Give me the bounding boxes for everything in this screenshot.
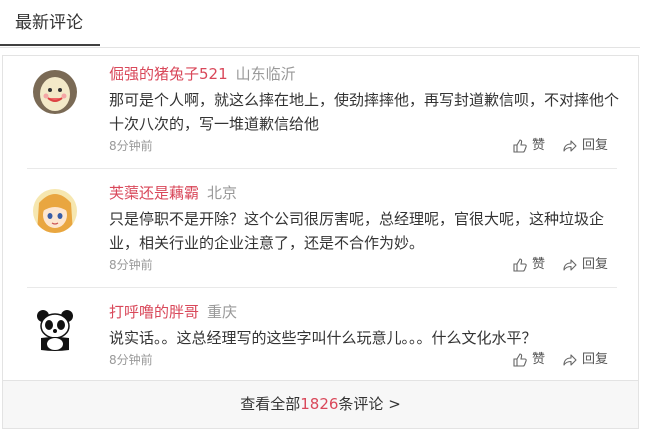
comment-location: 重庆 bbox=[207, 303, 238, 321]
comment-location: 山东临沂 bbox=[235, 65, 296, 83]
like-button[interactable]: 赞 bbox=[513, 138, 545, 154]
comment-location: 北京 bbox=[207, 184, 238, 202]
like-label: 赞 bbox=[531, 257, 545, 272]
comment-actions: 赞 回复 bbox=[513, 257, 608, 273]
reply-label: 回复 bbox=[581, 257, 608, 272]
comment-username[interactable]: 打呼噜的胖哥 bbox=[109, 303, 199, 321]
comment-username[interactable]: 芙蕖还是藕霸 bbox=[109, 184, 199, 202]
comment-tabs: 最新评论 bbox=[0, 0, 640, 48]
view-all-suffix: 条评论 > bbox=[338, 395, 401, 413]
comment-text: 那可是个人啊，就这么摔在地上，使劲摔摔他，再写封道歉信呗，不对摔他个十次八次的，… bbox=[109, 91, 620, 133]
comment-meta: 倔强的猪兔子521 山东临沂 bbox=[109, 64, 296, 84]
thumbs-up-icon bbox=[513, 258, 527, 272]
comment-actions: 赞 回复 bbox=[513, 138, 608, 154]
comment-list: 倔强的猪兔子521 山东临沂 那可是个人啊，就这么摔在地上，使劲摔摔他，再写封道歉… bbox=[2, 55, 639, 429]
comment-total-count: 1826 bbox=[300, 395, 339, 413]
comment-item: 打呼噜的胖哥 重庆 说实话。。这总经理写的这些字叫什么玩意儿。。。什么文化水平？ … bbox=[3, 302, 638, 378]
reply-arrow-icon bbox=[563, 354, 577, 366]
reply-button[interactable]: 回复 bbox=[563, 257, 608, 273]
panda-avatar-icon[interactable] bbox=[33, 308, 77, 352]
comment-divider bbox=[27, 287, 617, 288]
anime-girl-avatar-icon[interactable] bbox=[33, 189, 77, 233]
view-all-comments-link[interactable]: 查看全部1826条评论 > bbox=[3, 380, 638, 428]
like-label: 赞 bbox=[531, 352, 545, 367]
comment-item: 芙蕖还是藕霸 北京 只是停职不是开除？这个公司很厉害呢，总经理呢，官很大呢，这种垃… bbox=[3, 183, 638, 283]
smiley-egg-avatar-icon[interactable] bbox=[33, 70, 77, 114]
comment-text: 说实话。。这总经理写的这些字叫什么玩意儿。。。什么文化水平？ bbox=[109, 329, 537, 347]
comment-text: 只是停职不是开除？这个公司很厉害呢，总经理呢，官很大呢，这种垃圾企业，相关行业的… bbox=[109, 210, 605, 252]
comment-time: 8分钟前 bbox=[109, 353, 153, 367]
comment-divider bbox=[27, 168, 617, 169]
thumbs-up-icon bbox=[513, 353, 527, 367]
tab-latest-comments[interactable]: 最新评论 bbox=[0, 0, 100, 46]
reply-arrow-icon bbox=[563, 259, 577, 271]
comment-meta: 打呼噜的胖哥 重庆 bbox=[109, 302, 237, 322]
comment-actions: 赞 回复 bbox=[513, 352, 608, 368]
comment-time: 8分钟前 bbox=[109, 139, 153, 153]
comment-time: 8分钟前 bbox=[109, 258, 153, 272]
reply-label: 回复 bbox=[581, 352, 608, 367]
like-button[interactable]: 赞 bbox=[513, 257, 545, 273]
reply-label: 回复 bbox=[581, 138, 608, 153]
like-label: 赞 bbox=[531, 138, 545, 153]
reply-button[interactable]: 回复 bbox=[563, 138, 608, 154]
like-button[interactable]: 赞 bbox=[513, 352, 545, 368]
view-all-prefix: 查看全部 bbox=[240, 395, 301, 413]
comment-item: 倔强的猪兔子521 山东临沂 那可是个人啊，就这么摔在地上，使劲摔摔他，再写封道歉… bbox=[3, 64, 638, 164]
thumbs-up-icon bbox=[513, 139, 527, 153]
reply-arrow-icon bbox=[563, 140, 577, 152]
reply-button[interactable]: 回复 bbox=[563, 352, 608, 368]
comment-username[interactable]: 倔强的猪兔子521 bbox=[109, 65, 228, 83]
comment-meta: 芙蕖还是藕霸 北京 bbox=[109, 183, 237, 203]
